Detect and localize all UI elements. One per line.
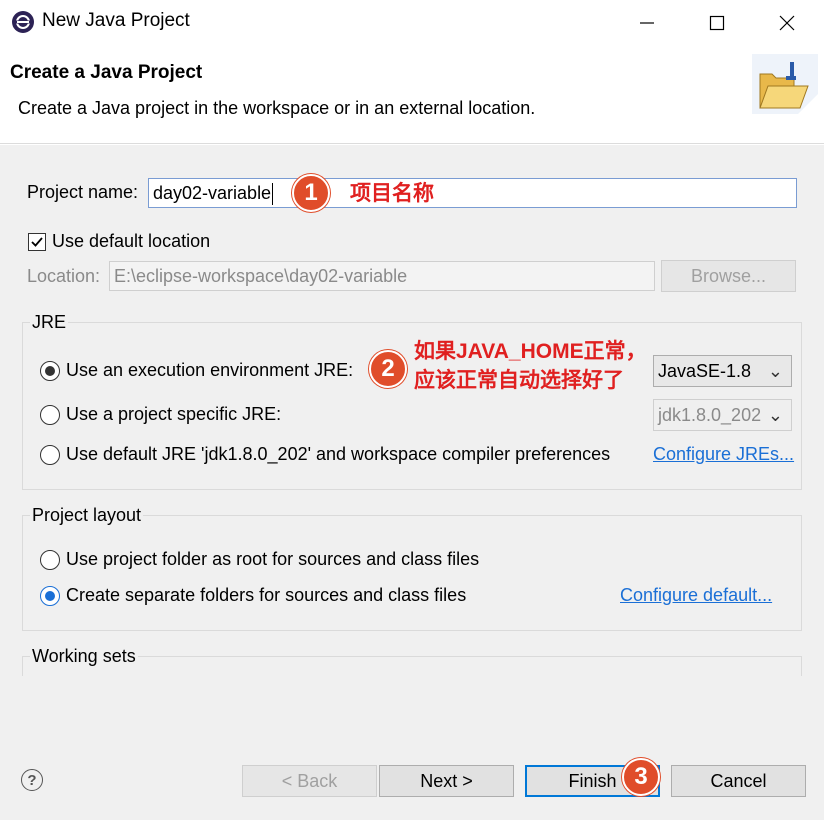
project-layout-group-title: Project layout	[30, 505, 144, 526]
eclipse-app-icon	[11, 10, 35, 34]
project-name-input[interactable]: day02-variable	[148, 178, 797, 208]
annotation-badge-2: 2	[369, 350, 407, 388]
jre-option-execution-environment-label: Use an execution environment JRE:	[66, 360, 354, 380]
layout-option-project-folder-radio[interactable]	[40, 550, 60, 570]
checkmark-icon	[31, 237, 43, 247]
window-title: New Java Project	[42, 10, 190, 31]
jre-option-execution-environment-radio[interactable]	[40, 361, 60, 381]
layout-option-project-folder-label: Use project folder as root for sources a…	[66, 549, 480, 569]
cancel-button[interactable]: Cancel	[671, 765, 806, 797]
project-name-value: day02-variable	[153, 183, 272, 203]
close-icon	[779, 15, 795, 31]
configure-jres-link[interactable]: Configure JREs...	[653, 444, 794, 465]
annotation-badge-1: 1	[292, 174, 330, 212]
maximize-icon	[709, 15, 725, 31]
help-icon[interactable]: ?	[21, 769, 43, 791]
working-sets-group-title: Working sets	[30, 646, 138, 667]
chevron-down-icon: ⌄	[763, 400, 783, 430]
layout-option-separate-folders-label: Create separate folders for sources and …	[66, 585, 467, 605]
wizard-description: Create a Java project in the workspace o…	[18, 98, 536, 118]
jre-option-project-specific-radio[interactable]	[40, 405, 60, 425]
project-name-label: Project name:	[27, 182, 139, 202]
browse-button[interactable]: Browse...	[661, 260, 796, 292]
layout-option-separate-folders-radio[interactable]	[40, 586, 60, 606]
working-sets-group	[22, 656, 802, 676]
text-caret	[272, 183, 274, 206]
project-specific-jre-value: jdk1.8.0_202	[658, 405, 762, 425]
configure-default-link[interactable]: Configure default...	[620, 585, 772, 606]
location-input[interactable]: E:\eclipse-workspace\day02-variable	[109, 261, 655, 291]
java-project-folder-icon	[752, 54, 818, 114]
use-default-location-label: Use default location	[52, 231, 211, 251]
annotation-badge-3: 3	[622, 758, 660, 796]
annotation-note-1: 项目名称	[350, 182, 434, 205]
minimize-button[interactable]	[612, 0, 682, 46]
wizard-title: Create a Java Project	[10, 62, 203, 83]
location-label: Location:	[27, 266, 101, 286]
execution-environment-combo[interactable]: JavaSE-1.8 ⌄	[653, 355, 792, 387]
annotation-note-2-line-2: 应该正常自动选择好了	[414, 369, 624, 392]
close-button[interactable]	[752, 0, 822, 46]
back-button[interactable]: < Back	[242, 765, 377, 797]
project-layout-group	[22, 515, 802, 631]
minimize-icon	[640, 22, 654, 24]
use-default-location-checkbox[interactable]	[28, 233, 46, 251]
project-specific-jre-combo[interactable]: jdk1.8.0_202 ⌄	[653, 399, 792, 431]
next-button[interactable]: Next >	[379, 765, 514, 797]
jre-option-default-radio[interactable]	[40, 445, 60, 465]
jre-option-default-label: Use default JRE 'jdk1.8.0_202' and works…	[66, 444, 611, 464]
jre-group-title: JRE	[30, 312, 69, 333]
chevron-down-icon: ⌄	[767, 361, 783, 381]
title-bar: New Java Project	[0, 0, 824, 46]
maximize-button[interactable]	[682, 0, 752, 46]
jre-option-project-specific-label: Use a project specific JRE:	[66, 404, 282, 424]
execution-environment-value: JavaSE-1.8	[658, 361, 752, 381]
wizard-header: Create a Java Project Create a Java proj…	[0, 46, 824, 144]
annotation-note-2-line-1: 如果JAVA_HOME正常，	[414, 340, 647, 363]
